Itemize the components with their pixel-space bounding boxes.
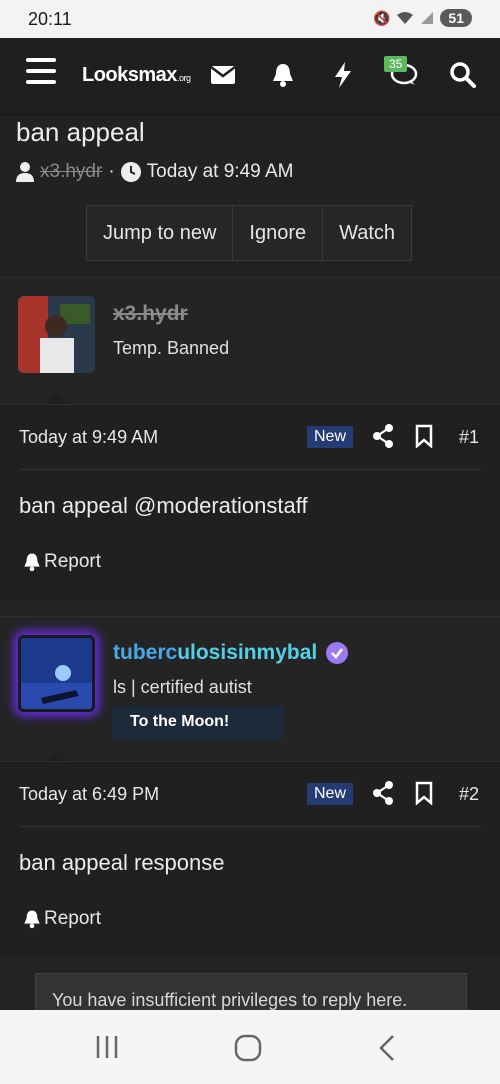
logo-text: Lᴏoksmax bbox=[82, 64, 177, 86]
site-logo[interactable]: Lᴏoksmax.org bbox=[82, 64, 191, 87]
top-navbar: Lᴏoksmax.org 35 bbox=[0, 38, 500, 115]
clock-icon bbox=[120, 162, 141, 182]
bell-icon bbox=[24, 910, 40, 929]
thread-author[interactable]: x3.hydr bbox=[40, 161, 102, 183]
post-date[interactable]: Today at 9:49 AM bbox=[19, 427, 158, 448]
chat-count-badge: 35 bbox=[384, 56, 408, 72]
meta-separator: · bbox=[108, 161, 115, 182]
bell-icon bbox=[24, 553, 40, 572]
thread-title: ban appeal bbox=[16, 117, 145, 147]
report-label: Report bbox=[44, 908, 102, 929]
share-icon[interactable] bbox=[372, 781, 394, 805]
share-icon[interactable] bbox=[372, 424, 394, 448]
divider bbox=[19, 469, 482, 470]
username-part-1: tuberc bbox=[113, 641, 178, 664]
user-title: ls | certified autist bbox=[113, 677, 252, 697]
user-title: Temp. Banned bbox=[113, 338, 230, 358]
user-icon bbox=[16, 162, 34, 182]
status-time: 20:11 bbox=[28, 9, 72, 29]
home-icon[interactable] bbox=[234, 1034, 262, 1062]
thread-header: ban appeal x3.hydr · Today at 9:49 AM Ju… bbox=[0, 115, 500, 276]
post-2: Today at 6:49 PM New #2 ban appeal respo… bbox=[0, 761, 500, 958]
reply-notice: You have insufficient privileges to repl… bbox=[35, 973, 467, 1013]
post-body: ban appeal response bbox=[19, 850, 225, 875]
menu-icon[interactable] bbox=[26, 58, 56, 90]
lightning-icon[interactable] bbox=[328, 60, 358, 90]
post-2-user: tuberc ulosisinmybal ls | certified autis… bbox=[0, 616, 500, 762]
new-badge: New bbox=[307, 783, 354, 805]
jump-to-new-button[interactable]: Jump to new bbox=[87, 206, 234, 260]
watch-button[interactable]: Watch bbox=[323, 206, 411, 260]
bookmark-icon[interactable] bbox=[415, 424, 433, 448]
status-bar: 20:11 🔇 51 bbox=[0, 0, 500, 38]
battery-indicator: 51 bbox=[440, 9, 472, 27]
report-button[interactable]: Report bbox=[22, 551, 101, 573]
search-icon[interactable] bbox=[448, 60, 478, 90]
username[interactable]: tuberc ulosisinmybal bbox=[113, 641, 349, 665]
avatar[interactable] bbox=[18, 635, 95, 712]
verified-icon bbox=[326, 642, 349, 664]
thread-time[interactable]: Today at 9:49 AM bbox=[147, 161, 294, 183]
post-date[interactable]: Today at 6:49 PM bbox=[19, 784, 159, 805]
wifi-icon bbox=[397, 12, 414, 24]
post-1: Today at 9:49 AM New #1 ban appeal @mode… bbox=[0, 404, 500, 600]
bookmark-icon[interactable] bbox=[415, 781, 433, 805]
thread-actions: Jump to new Ignore Watch bbox=[86, 205, 413, 261]
back-icon[interactable] bbox=[378, 1034, 396, 1062]
divider bbox=[19, 826, 482, 827]
ignore-button[interactable]: Ignore bbox=[233, 206, 324, 260]
new-badge: New bbox=[307, 426, 354, 448]
bell-icon[interactable] bbox=[268, 60, 298, 90]
post-number[interactable]: #2 bbox=[459, 784, 479, 805]
report-label: Report bbox=[44, 551, 102, 572]
system-nav-bar bbox=[0, 1010, 500, 1084]
user-banner: To the Moon! bbox=[113, 706, 284, 740]
report-button[interactable]: Report bbox=[22, 908, 101, 930]
username[interactable]: x3.hydr bbox=[113, 302, 188, 326]
mute-icon: 🔇 bbox=[372, 9, 391, 26]
post-body: ban appeal @moderationstaff bbox=[19, 493, 308, 518]
post-number[interactable]: #1 bbox=[459, 427, 479, 448]
post-1-user: x3.hydr Temp. Banned bbox=[0, 277, 500, 405]
logo-suffix: .org bbox=[176, 73, 191, 83]
thread-meta: x3.hydr · Today at 9:49 AM bbox=[16, 161, 293, 183]
avatar[interactable] bbox=[18, 296, 95, 373]
recents-icon[interactable] bbox=[95, 1034, 119, 1060]
username-part-2: ulosisinmybal bbox=[177, 641, 318, 664]
signal-icon bbox=[421, 12, 434, 24]
inbox-icon[interactable] bbox=[208, 60, 238, 90]
